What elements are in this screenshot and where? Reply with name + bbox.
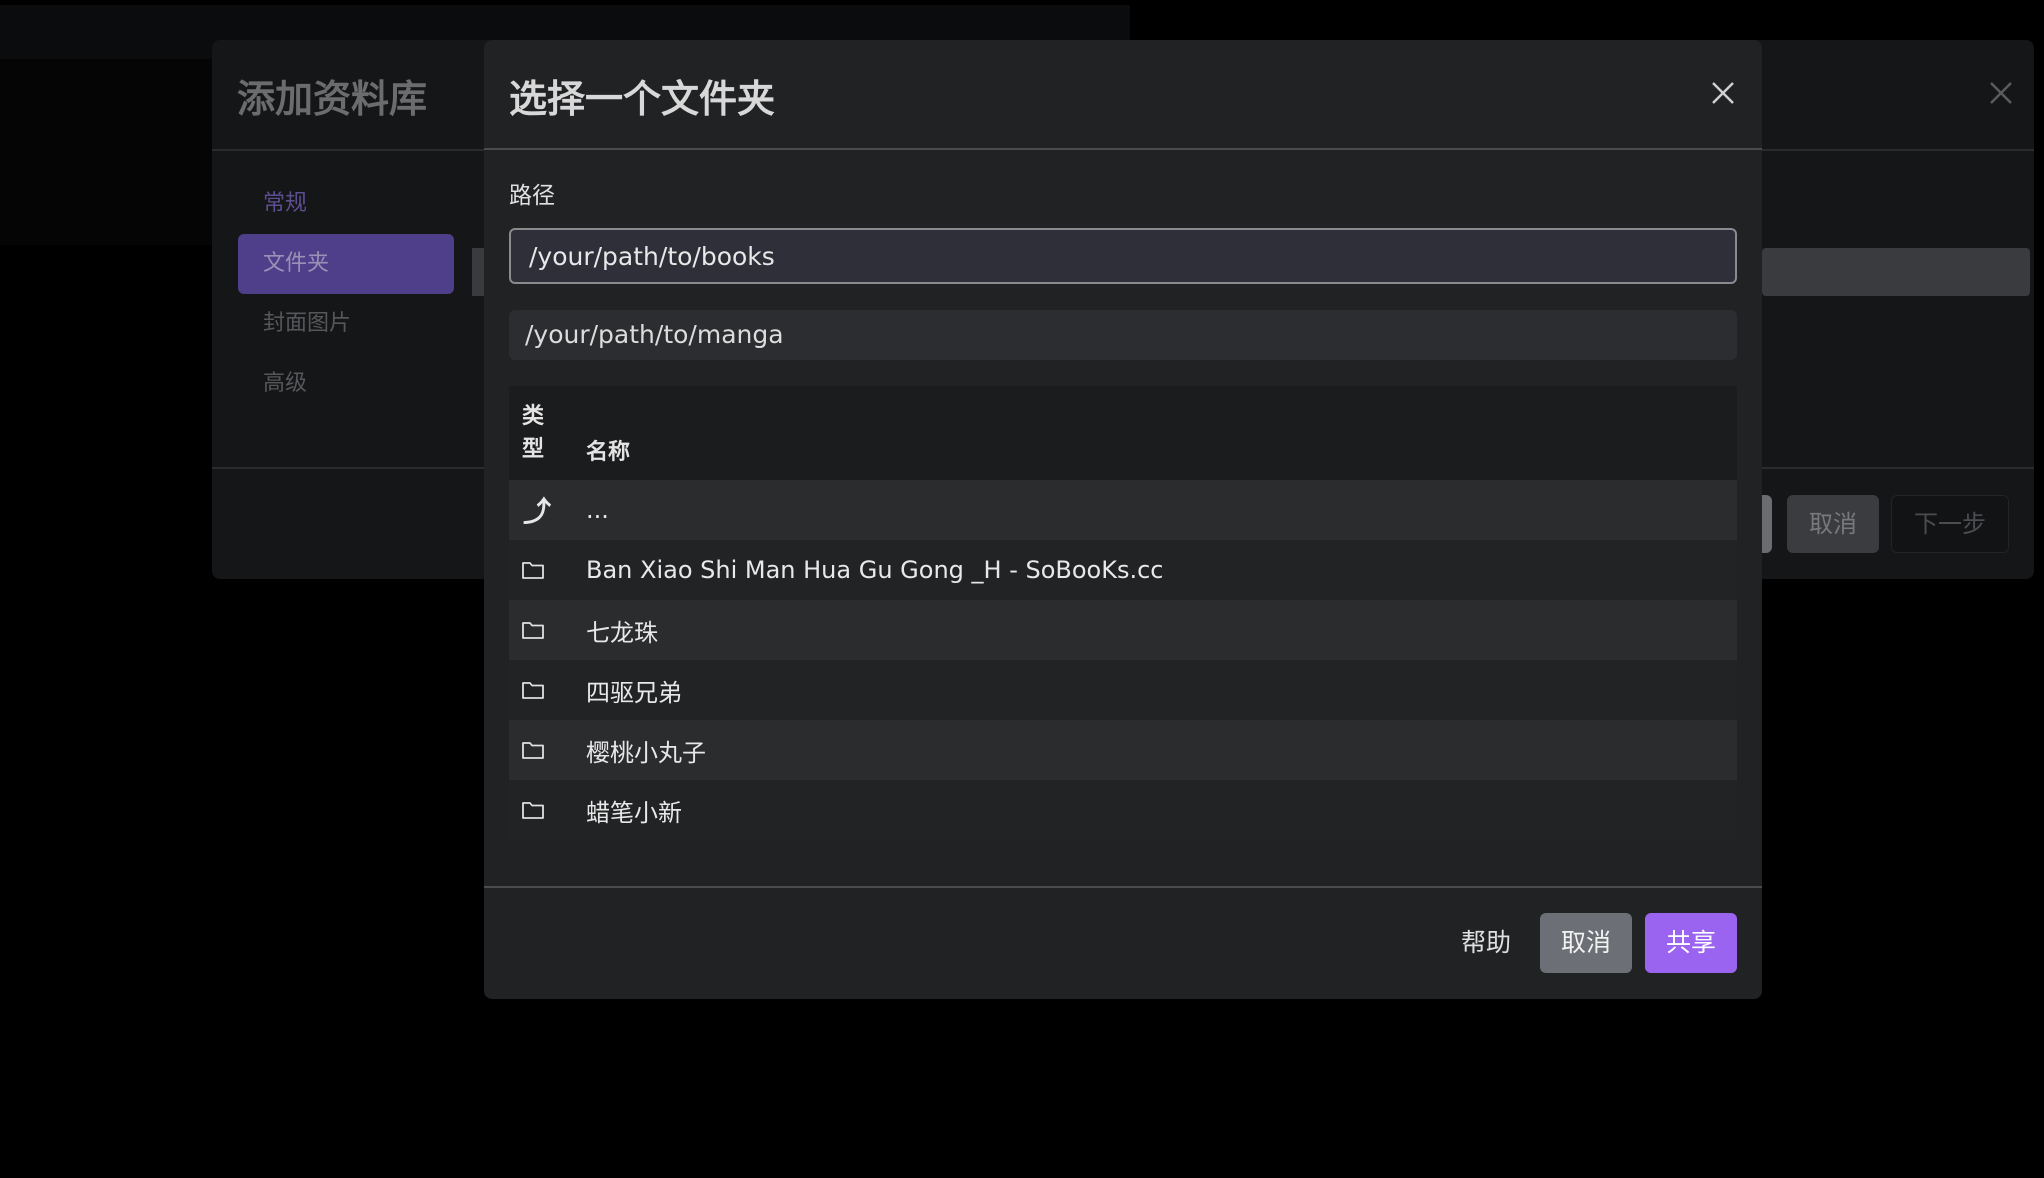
header-type: 类 型 [522,400,550,466]
nav-item-folders[interactable]: 文件夹 [238,234,454,294]
row-name: Ban Xiao Shi Man Hua Gu Gong _H - SoBooK… [586,556,1164,584]
nav-item-advanced[interactable]: 高级 [238,354,454,414]
background-cancel-button[interactable]: 取消 [1787,495,1879,553]
cancel-button[interactable]: 取消 [1540,913,1632,973]
folder-icon [509,620,586,640]
nav-item-general[interactable]: 常规 [238,174,454,234]
row-name: 蜡笔小新 [586,798,682,827]
row-name: 七龙珠 [586,618,658,647]
table-row[interactable]: 蜡笔小新 [509,780,1737,840]
nav-item-cover-image[interactable]: 封面图片 [238,294,454,354]
header-type-line2: 型 [522,437,545,462]
table-row-parent[interactable]: ⤴ ... [509,480,1737,540]
modal-body: 路径 /your/path/to/manga 类 型 名称 ⤴ ... Ban … [484,150,1762,840]
table-row[interactable]: 樱桃小丸子 [509,720,1737,780]
path-suggestion[interactable]: /your/path/to/manga [509,310,1737,360]
background-leftbar [0,59,212,245]
row-name: 樱桃小丸子 [586,738,706,767]
folder-icon [509,680,586,700]
table-row[interactable]: Ban Xiao Shi Man Hua Gu Gong _H - SoBooK… [509,540,1737,600]
choose-folder-modal: 选择一个文件夹 路径 /your/path/to/manga 类 型 名称 ⤴ … [484,40,1762,999]
folder-table: 类 型 名称 ⤴ ... Ban Xiao Shi Man Hua Gu Gon… [509,386,1737,840]
background-input[interactable] [1762,248,2030,296]
library-settings-nav: 常规 文件夹 封面图片 高级 [238,174,454,414]
folder-icon [509,560,586,580]
header-type-line1: 类 [522,404,545,429]
folder-icon [509,740,586,760]
row-name: 四驱兄弟 [586,678,682,707]
row-name: ... [586,496,609,524]
up-arrow-icon: ⤴ [523,495,552,528]
close-icon[interactable] [1708,78,1738,108]
folder-icon [509,800,586,820]
modal-title: 选择一个文件夹 [509,77,776,121]
divider [484,886,1762,888]
table-header: 类 型 名称 [509,386,1737,480]
table-row[interactable]: 七龙珠 [509,600,1737,660]
next-step-button[interactable]: 下一步 [1891,495,2009,553]
table-row[interactable]: 四驱兄弟 [509,660,1737,720]
header-name: 名称 [586,440,631,465]
close-icon[interactable] [1984,76,2018,110]
modal-header: 选择一个文件夹 [484,40,1762,148]
help-button[interactable]: 帮助 [1450,913,1522,973]
path-input[interactable] [509,228,1737,284]
share-button[interactable]: 共享 [1645,913,1737,973]
add-library-title: 添加资料库 [237,77,428,121]
path-label: 路径 [509,183,555,209]
